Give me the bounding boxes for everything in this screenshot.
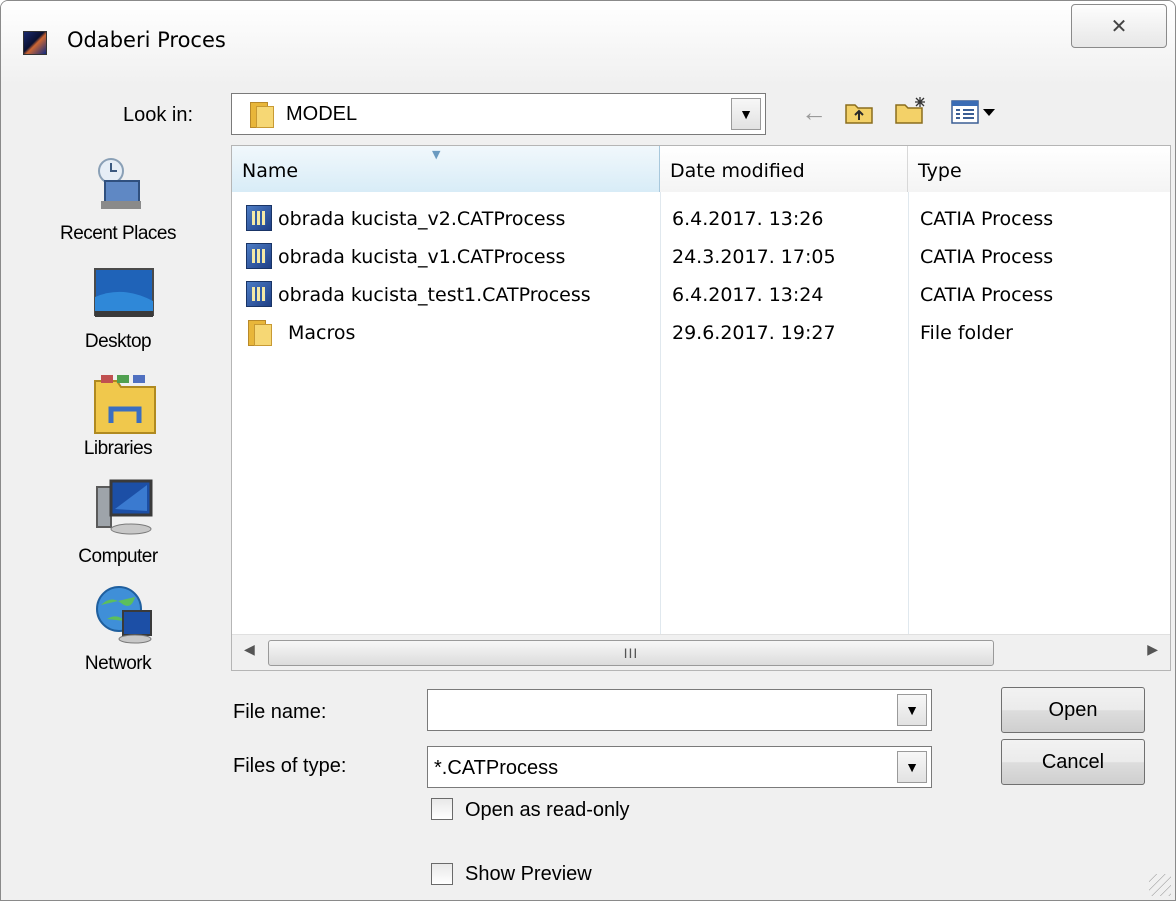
scrollbar-thumb[interactable]: III xyxy=(268,640,994,666)
list-row[interactable]: obrada kucista_v2.CATProcess 6.4.2017. 1… xyxy=(232,200,1170,238)
close-button[interactable]: ✕ xyxy=(1071,4,1167,48)
show-preview-label: Show Preview xyxy=(465,863,592,885)
catia-app-icon xyxy=(23,31,47,55)
catprocess-file-icon xyxy=(246,281,272,307)
sort-ascending-icon: ▼ xyxy=(432,148,441,161)
computer-icon xyxy=(93,479,159,537)
files-of-type-label: Files of type: xyxy=(233,755,347,777)
files-of-type-value: *.CATProcess xyxy=(434,757,559,779)
open-readonly-checkbox[interactable] xyxy=(431,798,453,820)
network-icon xyxy=(95,585,157,645)
place-recent-places[interactable]: Recent Places xyxy=(29,223,207,245)
look-in-label: Look in: xyxy=(123,104,194,126)
file-name: obrada kucista_v2.CATProcess xyxy=(278,208,566,230)
scroll-left-icon[interactable]: ◀ xyxy=(244,641,255,658)
open-readonly-label: Open as read-only xyxy=(465,799,630,821)
place-libraries[interactable]: Libraries xyxy=(29,438,207,460)
folder-icon xyxy=(248,318,272,346)
title-bar: Odaberi Proces ✕ xyxy=(1,1,1175,85)
list-row[interactable]: Macros 29.6.2017. 19:27 File folder xyxy=(232,314,1170,352)
column-header-date-modified[interactable]: Date modified xyxy=(660,146,908,192)
cancel-button[interactable]: Cancel xyxy=(1001,739,1145,785)
horizontal-scrollbar[interactable]: ◀ III ▶ xyxy=(232,634,1170,670)
file-type: CATIA Process xyxy=(920,208,1054,230)
folder-icon xyxy=(250,100,274,128)
file-name-label: File name: xyxy=(233,701,327,723)
up-folder-icon[interactable] xyxy=(844,99,874,125)
file-name-dropdown-button[interactable]: ▼ xyxy=(897,694,927,726)
file-date: 24.3.2017. 17:05 xyxy=(672,246,836,268)
file-name: Macros xyxy=(288,322,356,344)
desktop-icon xyxy=(93,267,155,321)
file-date: 6.4.2017. 13:26 xyxy=(672,208,824,230)
place-computer[interactable]: Computer xyxy=(29,546,207,568)
file-type: File folder xyxy=(920,322,1013,344)
file-name-combo[interactable]: ▼ xyxy=(427,689,932,731)
look-in-value: MODEL xyxy=(286,103,358,125)
place-desktop[interactable]: Desktop xyxy=(29,331,207,353)
files-of-type-combo[interactable]: *.CATProcess ▼ xyxy=(427,746,932,788)
list-row[interactable]: obrada kucista_v1.CATProcess 24.3.2017. … xyxy=(232,238,1170,276)
new-folder-icon[interactable] xyxy=(894,95,928,125)
open-dialog: Odaberi Proces ✕ Look in: MODEL ▼ ← Rece… xyxy=(0,0,1176,901)
dialog-title: Odaberi Proces xyxy=(67,28,226,52)
resize-grip[interactable] xyxy=(1149,874,1171,896)
file-name-input[interactable] xyxy=(432,694,887,726)
file-name: obrada kucista_test1.CATProcess xyxy=(278,284,591,306)
show-preview-checkbox[interactable] xyxy=(431,863,453,885)
file-date: 6.4.2017. 13:24 xyxy=(672,284,824,306)
files-of-type-dropdown-button[interactable]: ▼ xyxy=(897,751,927,783)
look-in-combo[interactable]: MODEL ▼ xyxy=(231,93,766,135)
back-arrow-icon[interactable]: ← xyxy=(801,97,827,128)
view-menu-icon[interactable] xyxy=(951,99,999,125)
look-in-dropdown-button[interactable]: ▼ xyxy=(731,98,761,130)
file-name: obrada kucista_v1.CATProcess xyxy=(278,246,566,268)
libraries-icon xyxy=(93,373,157,435)
column-header-name[interactable]: ▼ Name xyxy=(232,146,660,192)
catprocess-file-icon xyxy=(246,205,272,231)
column-header-type[interactable]: Type xyxy=(908,146,1170,192)
list-row[interactable]: obrada kucista_test1.CATProcess 6.4.2017… xyxy=(232,276,1170,314)
close-icon: ✕ xyxy=(1110,15,1128,38)
file-date: 29.6.2017. 19:27 xyxy=(672,322,836,344)
file-type: CATIA Process xyxy=(920,284,1054,306)
open-button[interactable]: Open xyxy=(1001,687,1145,733)
scroll-right-icon[interactable]: ▶ xyxy=(1147,641,1158,658)
file-list[interactable]: ▼ Name Date modified Type obrada kucista… xyxy=(231,145,1171,671)
place-network[interactable]: Network xyxy=(29,653,207,675)
file-type: CATIA Process xyxy=(920,246,1054,268)
recent-places-icon xyxy=(93,157,145,213)
catprocess-file-icon xyxy=(246,243,272,269)
